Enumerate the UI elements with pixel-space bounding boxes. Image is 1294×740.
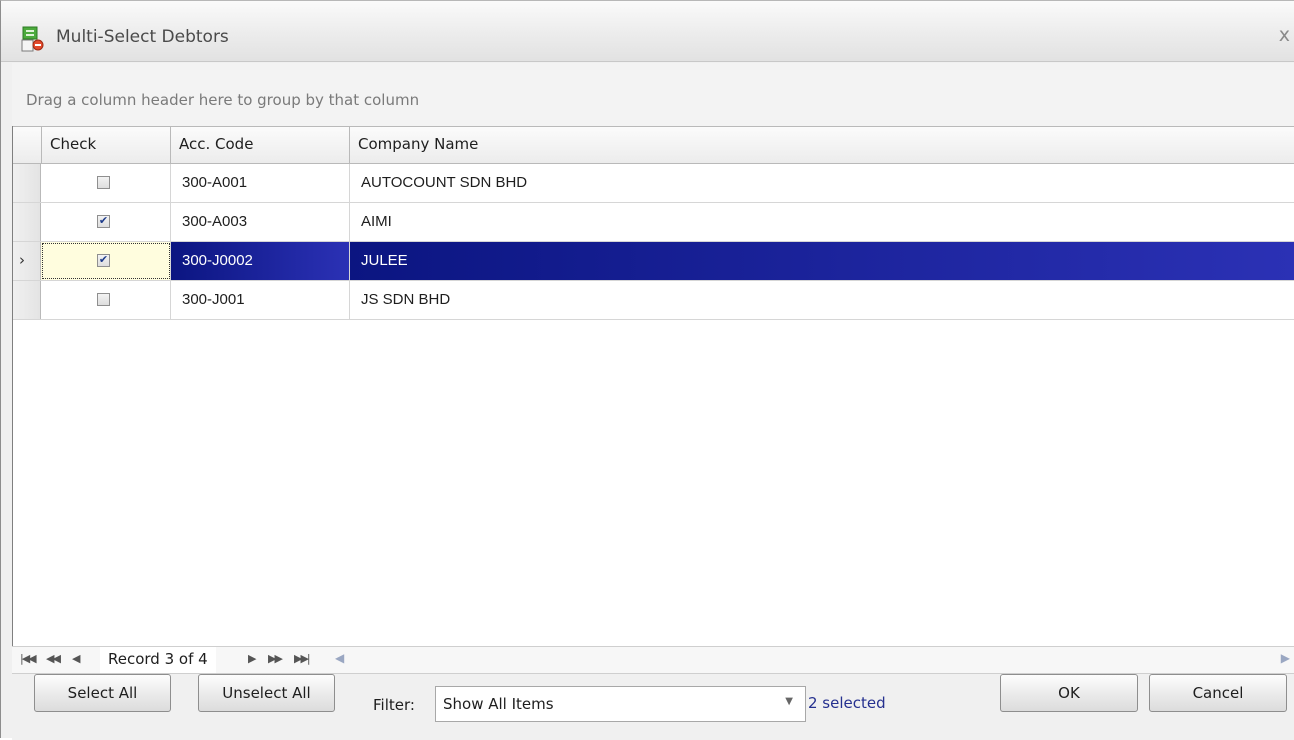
table-row[interactable]: › ✔ 300-J0002 JULEE xyxy=(13,242,1294,281)
checkbox-icon[interactable]: ✔ xyxy=(97,254,110,267)
group-by-hint: Drag a column header here to group by th… xyxy=(26,91,420,109)
row-indicator[interactable] xyxy=(13,164,41,202)
debtors-grid[interactable]: Check Acc. Code Company Name 300-A001 AUT… xyxy=(12,126,1294,646)
last-record-icon[interactable]: ▶▶| xyxy=(294,652,311,665)
prev-page-icon[interactable]: ◀◀ xyxy=(46,652,61,665)
selected-count: 2 selected xyxy=(808,694,886,712)
company-name-cell[interactable]: AUTOCOUNT SDN BHD xyxy=(350,164,1294,202)
next-page-icon[interactable]: ▶▶ xyxy=(268,652,283,665)
checkbox-icon[interactable] xyxy=(97,293,110,306)
row-indicator-arrow-icon: › xyxy=(19,251,25,269)
scroll-left-icon[interactable]: ◀ xyxy=(335,651,344,665)
column-header-company-name[interactable]: Company Name xyxy=(350,127,1294,164)
next-record-icon[interactable]: ▶ xyxy=(248,652,257,665)
acc-code-cell[interactable]: 300-J0002 xyxy=(171,242,350,280)
check-cell[interactable]: ✔ xyxy=(41,203,171,241)
first-record-icon[interactable]: |◀◀ xyxy=(20,652,37,665)
select-all-button[interactable]: Select All xyxy=(34,674,171,712)
scroll-right-icon[interactable]: ▶ xyxy=(1281,651,1290,665)
multi-select-debtors-dialog: Multi-Select Debtors x Drag a column hea… xyxy=(0,0,1294,740)
row-indicator[interactable]: › xyxy=(13,242,41,280)
filter-dropdown[interactable]: Show All Items ▼ xyxy=(435,686,806,722)
filter-value: Show All Items xyxy=(443,695,554,713)
company-name-cell[interactable]: JULEE xyxy=(350,242,1294,280)
column-header-acc-code[interactable]: Acc. Code xyxy=(171,127,350,164)
column-header-check[interactable]: Check xyxy=(42,127,171,164)
checkbox-icon[interactable] xyxy=(97,176,110,189)
record-navigator: |◀◀ ◀◀ ◀ Record 3 of 4 ▶ ▶▶ ▶▶| ◀ ▶ xyxy=(12,646,1294,673)
record-position: Record 3 of 4 xyxy=(100,647,216,673)
chevron-down-icon[interactable]: ▼ xyxy=(785,696,793,707)
company-name-cell[interactable]: JS SDN BHD xyxy=(350,281,1294,319)
title-bar: Multi-Select Debtors x xyxy=(1,1,1294,62)
acc-code-cell[interactable]: 300-J001 xyxy=(171,281,350,319)
group-by-panel[interactable]: Drag a column header here to group by th… xyxy=(12,63,1294,126)
row-indicator[interactable] xyxy=(13,281,41,319)
row-indicator[interactable] xyxy=(13,203,41,241)
close-icon[interactable]: x xyxy=(1279,24,1290,46)
check-cell[interactable] xyxy=(41,281,171,319)
cancel-button[interactable]: Cancel xyxy=(1149,674,1287,712)
table-row[interactable]: 300-A001 AUTOCOUNT SDN BHD xyxy=(13,164,1294,203)
unselect-all-button[interactable]: Unselect All xyxy=(198,674,335,712)
check-cell[interactable] xyxy=(41,164,171,202)
table-row[interactable]: ✔ 300-A003 AIMI xyxy=(13,203,1294,242)
checkbox-icon[interactable]: ✔ xyxy=(97,215,110,228)
company-name-cell[interactable]: AIMI xyxy=(350,203,1294,241)
bottom-bar: Select All Unselect All Filter: Show All… xyxy=(12,673,1294,740)
app-icon xyxy=(21,26,44,52)
prev-record-icon[interactable]: ◀ xyxy=(72,652,81,665)
grid-header: Check Acc. Code Company Name xyxy=(13,126,1294,164)
check-cell[interactable]: ✔ xyxy=(41,242,171,280)
filter-label: Filter: xyxy=(373,696,415,714)
window-title: Multi-Select Debtors xyxy=(56,27,229,47)
ok-button[interactable]: OK xyxy=(1000,674,1138,712)
table-row[interactable]: 300-J001 JS SDN BHD xyxy=(13,281,1294,320)
acc-code-cell[interactable]: 300-A003 xyxy=(171,203,350,241)
header-indicator-cell xyxy=(13,127,42,164)
acc-code-cell[interactable]: 300-A001 xyxy=(171,164,350,202)
